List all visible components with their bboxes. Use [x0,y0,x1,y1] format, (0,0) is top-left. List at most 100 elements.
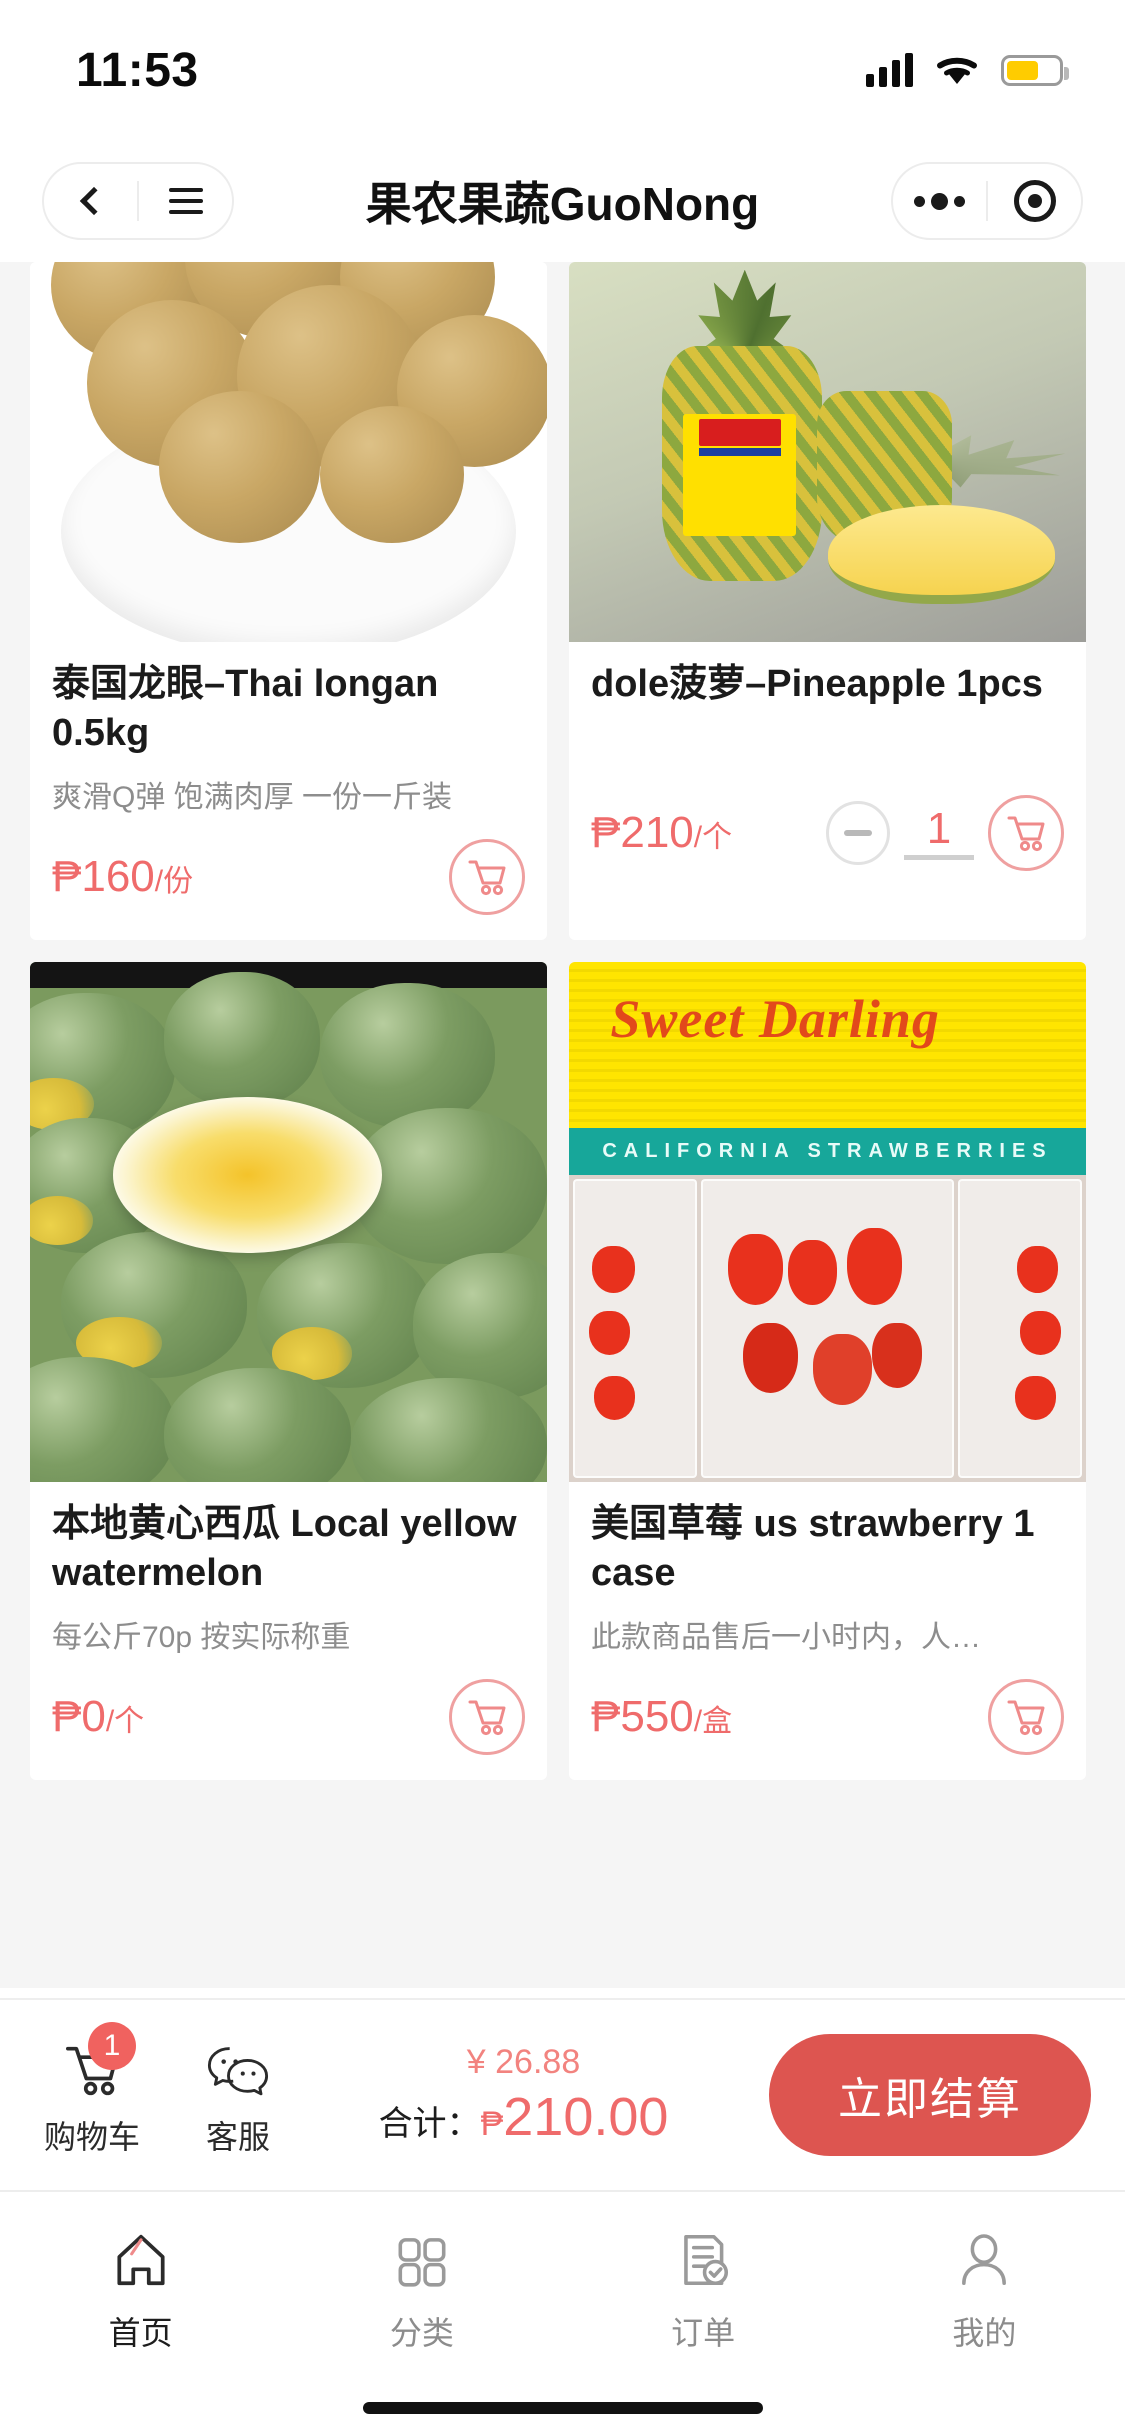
customer-service-label: 客服 [205,2119,270,2155]
quantity-stepper[interactable]: 1 [826,795,1064,871]
tab-categories[interactable]: 分类 [281,2218,562,2354]
target-close-icon [1013,180,1056,222]
cart-shortcut[interactable]: 1 购物车 [34,2022,150,2158]
tab-home-label: 首页 [108,2315,173,2351]
original-amount: 26.88 [495,2042,581,2081]
product-title: dole菠萝–Pineapple 1pcs [591,663,1043,705]
app-screen: 11:53 果农果蔬GuoNong 泰国龙眼–Thai longan 0.5kg… [0,0,1125,2436]
thai-longan-photo [30,262,547,642]
price-amount: ₱210 [591,808,694,857]
price-amount: ₱160 [52,852,155,901]
dole-label [682,414,797,536]
add-to-cart-button[interactable] [988,1679,1064,1755]
sweet-darling-strawberries-photo: Sweet Darling CALIFORNIA STRAWBERRIES [569,962,1086,1482]
checkout-button[interactable]: 立即结算 [769,2034,1091,2156]
order-total: ¥ 26.88 合计： ₱ 210.00 [296,2043,769,2148]
product-action-row: ₱210/个 1 [591,790,1064,876]
hamburger-menu-icon [168,181,203,221]
product-card[interactable]: Sweet Darling CALIFORNIA STRAWBERRIES 美国… [569,962,1086,1780]
product-card[interactable]: dole菠萝–Pineapple 1pcs ₱210/个 1 [569,262,1086,940]
home-icon [117,2234,165,2286]
product-action-row: ₱160/份 [52,834,525,920]
more-button[interactable] [893,164,986,238]
product-action-row: ₱0/个 [52,1674,525,1760]
total-amount: 210.00 [503,2086,669,2147]
shopping-cart-icon [1007,816,1045,852]
product-image[interactable] [30,262,547,642]
berry-tray [957,1179,1082,1478]
mini-program-navbar: 果农果蔬GuoNong [0,140,1125,262]
checkout-shortcuts: 1 购物车 客服 [34,2022,296,2158]
product-desc: 此款商品售后一小时内，人… [591,1621,981,1654]
tab-orders[interactable]: 订单 [563,2218,844,2354]
signal-bars-icon [866,53,913,87]
dole-pineapple-photo [569,262,1086,642]
product-price: ₱0/个 [52,1692,144,1742]
price-unit: /盒 [693,1705,733,1738]
cart-badge: 1 [88,2022,136,2070]
page-title: 果农果蔬GuoNong [365,178,760,230]
cart-shortcut-label: 购物车 [43,2119,140,2155]
yellow-watermelon-photo [30,962,547,1482]
nav-capsule-right[interactable] [891,162,1083,240]
original-price: ¥ 26.88 [296,2043,751,2082]
product-image[interactable] [30,962,547,1482]
quantity-value[interactable]: 1 [904,806,974,860]
product-info: dole菠萝–Pineapple 1pcs ₱210/个 1 [569,642,1086,896]
order-document-check-icon [684,2234,729,2286]
price-amount: ₱0 [52,1692,106,1741]
grid-categories-icon [398,2238,446,2287]
checkout-bar: 1 购物车 客服 ¥ 26.88 合计： ₱ 210.00 立即结算 [0,1998,1125,2190]
price-unit: /个 [693,821,733,854]
nav-capsule-left[interactable] [42,162,234,240]
battery-icon [1001,54,1069,86]
wifi-icon [937,57,977,84]
tab-orders-label: 订单 [671,2315,736,2351]
product-scroll-area[interactable]: 泰国龙眼–Thai longan 0.5kg 爽滑Q弹 饱满肉厚 一份一斤装 ₱… [0,262,1125,1988]
bottom-tab-bar: 首页 分类 订单 我的 [0,2190,1125,2436]
back-button[interactable] [44,164,137,238]
menu-button[interactable] [139,164,232,238]
total-label: 合计： [378,2104,481,2143]
tab-profile[interactable]: 我的 [844,2218,1125,2354]
product-action-row: ₱550/盒 [591,1674,1064,1760]
status-indicators [866,53,1069,87]
product-card[interactable]: 本地黄心西瓜 Local yellow watermelon 每公斤70p 按实… [30,962,547,1780]
price-unit: /个 [105,1705,145,1738]
total-row: 合计： ₱ 210.00 [296,2086,751,2148]
tab-home[interactable]: 首页 [0,2218,281,2354]
berry-tray [701,1179,954,1478]
shopping-cart-icon [1007,1700,1045,1736]
chevron-left-icon [79,186,108,216]
price-amount: ₱550 [591,1692,694,1741]
berry-tray [573,1179,698,1478]
product-title: 本地黄心西瓜 Local yellow watermelon [52,1503,517,1594]
price-unit: /份 [154,865,194,898]
product-title: 泰国龙眼–Thai longan 0.5kg [52,663,439,754]
product-price: ₱160/份 [52,852,193,902]
product-price: ₱550/盒 [591,1692,732,1742]
more-dots-icon [914,192,965,210]
tab-profile-label: 我的 [952,2315,1017,2351]
tab-categories-label: 分类 [389,2315,454,2351]
add-to-cart-button[interactable] [988,795,1064,871]
product-grid: 泰国龙眼–Thai longan 0.5kg 爽滑Q弹 饱满肉厚 一份一斤装 ₱… [0,262,1125,1780]
product-desc: 每公斤70p 按实际称重 [52,1621,351,1654]
shopping-cart-icon [468,1700,506,1736]
home-indicator [362,2402,763,2414]
product-card[interactable]: 泰国龙眼–Thai longan 0.5kg 爽滑Q弹 饱满肉厚 一份一斤装 ₱… [30,262,547,940]
wechat-chat-icon [207,2047,269,2096]
add-to-cart-button[interactable] [449,839,525,915]
strawberry-brand-text: Sweet Darling [610,989,940,1049]
product-info: 本地黄心西瓜 Local yellow watermelon 每公斤70p 按实… [30,1482,547,1780]
decrease-quantity-button[interactable] [826,801,890,865]
product-image[interactable]: Sweet Darling CALIFORNIA STRAWBERRIES [569,962,1086,1482]
total-currency: ₱ [480,2104,504,2143]
product-image[interactable] [569,262,1086,642]
close-button[interactable] [988,164,1081,238]
shopping-cart-icon [468,860,506,896]
product-title: 美国草莓 us strawberry 1 case [591,1503,1035,1594]
strawberry-subtitle-text: CALIFORNIA STRAWBERRIES [569,1128,1086,1176]
customer-service-shortcut[interactable]: 客服 [180,2032,296,2158]
add-to-cart-button[interactable] [449,1679,525,1755]
